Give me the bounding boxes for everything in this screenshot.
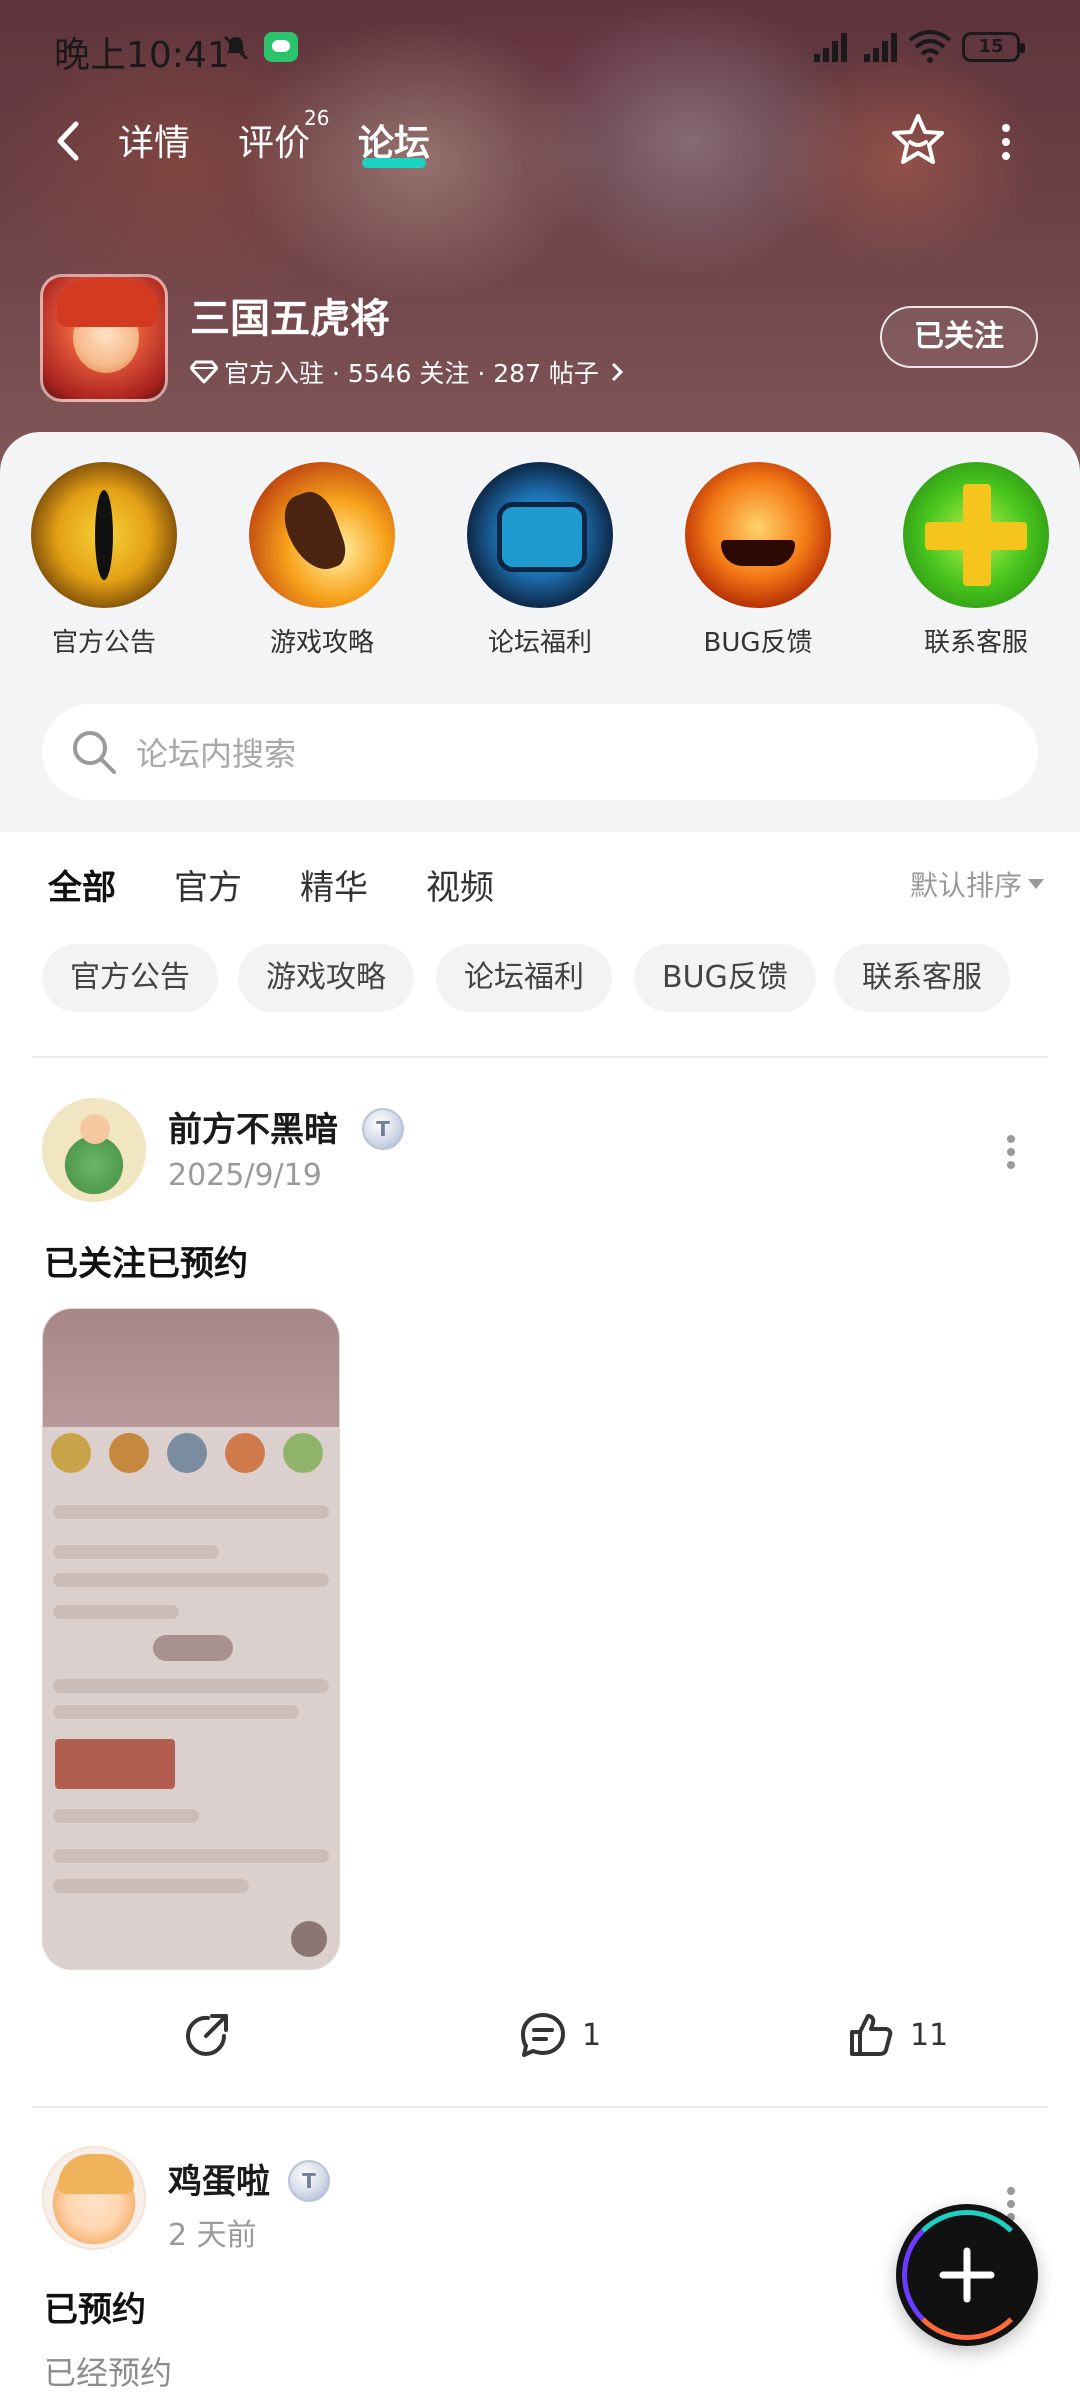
- wifi-icon: [908, 30, 952, 63]
- category-bug-feedback[interactable]: BUG反馈: [684, 462, 832, 659]
- category-game-guide[interactable]: 游戏攻略: [248, 462, 396, 659]
- diamond-verified-icon: [190, 360, 218, 384]
- game-app-icon[interactable]: [40, 274, 168, 402]
- signal-icon: [814, 33, 847, 62]
- tab-reviews[interactable]: 评价: [238, 114, 310, 166]
- eye-icon: [31, 462, 177, 608]
- category-label: 游戏攻略: [269, 628, 374, 658]
- filter-tab-official[interactable]: 官方: [174, 860, 242, 909]
- share-button[interactable]: [182, 2010, 232, 2060]
- post-more-icon[interactable]: [1004, 1134, 1018, 1170]
- post-title: 已关注已预约: [44, 1244, 248, 1284]
- wechat-notification-icon: [264, 32, 298, 62]
- tab-details[interactable]: 详情: [118, 114, 190, 166]
- divider: [32, 1056, 1048, 1058]
- top-navigation: 详情 评价 26 论坛: [0, 96, 1080, 186]
- tab-forum[interactable]: 论坛: [358, 114, 430, 168]
- back-arrow-icon[interactable]: [48, 116, 88, 166]
- caret-down-icon: [1028, 879, 1044, 889]
- sort-dropdown[interactable]: 默认排序: [910, 864, 1044, 904]
- chip-bug-feedback[interactable]: BUG反馈: [634, 944, 816, 1012]
- avatar[interactable]: [42, 1098, 146, 1202]
- filter-tab-all[interactable]: 全部: [48, 860, 116, 915]
- sort-label: 默认排序: [909, 869, 1022, 902]
- star-favorite-icon[interactable]: [888, 110, 948, 170]
- thumbs-up-icon: [850, 2014, 893, 2056]
- category-label: 联系客服: [923, 628, 1028, 658]
- user-level-badge: T: [288, 2160, 330, 2202]
- category-contact-service[interactable]: 联系客服: [902, 462, 1050, 659]
- like-button[interactable]: 11: [846, 2010, 948, 2060]
- search-input[interactable]: 论坛内搜索: [42, 704, 1038, 800]
- filter-tabs: 全部 官方 精华 视频 默认排序: [0, 832, 1080, 932]
- category-chips: 官方公告 游戏攻略 论坛福利 BUG反馈 联系客服: [0, 944, 1080, 1016]
- post-date: 2025/9/19: [168, 1158, 322, 1193]
- game-meta[interactable]: 官方入驻 · 5546 关注 · 287 帖子: [190, 354, 625, 390]
- post-body: 已经预约: [44, 2354, 173, 2392]
- post-username[interactable]: 前方不黑暗: [168, 1102, 338, 1151]
- chip-official-notice[interactable]: 官方公告: [42, 944, 218, 1012]
- gift-icon: [467, 462, 613, 608]
- divider: [32, 2106, 1048, 2108]
- follow-button[interactable]: 已关注: [880, 306, 1038, 368]
- reviews-count: 26: [304, 106, 330, 130]
- post-date: 2 天前: [168, 2218, 257, 2253]
- game-meta-text: 官方入驻 · 5546 关注 · 287 帖子: [224, 359, 599, 388]
- post-username[interactable]: 鸡蛋啦: [168, 2154, 270, 2203]
- search-placeholder: 论坛内搜索: [136, 735, 297, 773]
- game-title: 三国五虎将: [190, 296, 390, 342]
- user-level-badge: T: [362, 1108, 404, 1150]
- share-icon: [186, 2014, 228, 2056]
- status-bar: 晚上10:41 15: [0, 0, 1080, 96]
- plus-icon: [903, 462, 1049, 608]
- chip-contact-service[interactable]: 联系客服: [834, 944, 1010, 1012]
- mute-bell-icon: [223, 35, 249, 61]
- filter-tab-featured[interactable]: 精华: [300, 860, 368, 909]
- comment-button[interactable]: 1: [518, 2010, 601, 2060]
- status-time: 晚上10:41: [54, 35, 230, 76]
- comment-icon: [521, 2013, 565, 2057]
- category-label: BUG反馈: [703, 628, 813, 658]
- post-image[interactable]: [42, 1308, 340, 1970]
- more-vertical-icon[interactable]: [996, 120, 1016, 164]
- chip-forum-benefits[interactable]: 论坛福利: [436, 944, 612, 1012]
- chip-game-guide[interactable]: 游戏攻略: [238, 944, 414, 1012]
- guide-icon: [249, 462, 395, 608]
- plus-icon: [939, 2247, 995, 2303]
- category-official-notice[interactable]: 官方公告: [30, 462, 178, 659]
- avatar[interactable]: [42, 2146, 146, 2250]
- post-item[interactable]: 前方不黑暗 T 2025/9/19 已关注已预约 1 11: [0, 1090, 1080, 2090]
- chevron-right-icon: [611, 362, 624, 382]
- like-count: 11: [910, 2017, 949, 2053]
- category-label: 论坛福利: [487, 628, 592, 658]
- search-icon: [73, 731, 116, 774]
- pumpkin-icon: [685, 462, 831, 608]
- battery-icon: 15: [962, 32, 1025, 62]
- forum-category-panel: 官方公告 游戏攻略 论坛福利 BUG反馈 联系客服 论坛内搜索: [0, 432, 1080, 832]
- game-info: 三国五虎将 官方入驻 · 5546 关注 · 287 帖子 已关注: [0, 272, 1080, 402]
- comment-count: 1: [582, 2017, 602, 2053]
- post-actions: 1 11: [0, 2010, 1080, 2070]
- post-title: 已预约: [44, 2290, 146, 2330]
- create-post-button[interactable]: [896, 2204, 1038, 2346]
- category-forum-benefits[interactable]: 论坛福利: [466, 462, 614, 659]
- filter-tab-video[interactable]: 视频: [426, 860, 494, 909]
- category-label: 官方公告: [51, 628, 156, 658]
- signal-icon-2: [864, 33, 897, 62]
